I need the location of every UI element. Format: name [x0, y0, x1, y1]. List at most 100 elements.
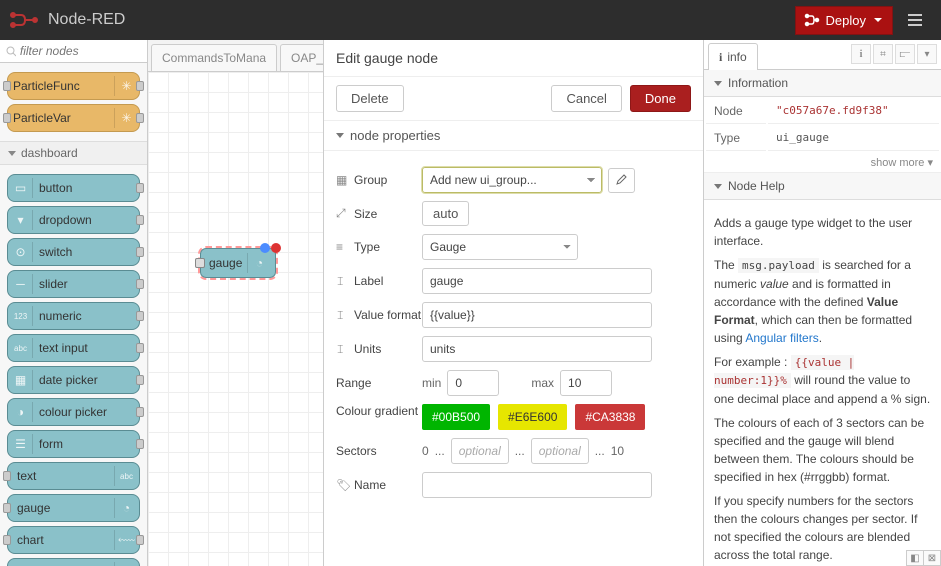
- dropdown-icon: ▾: [13, 210, 33, 230]
- edit-title: Edit gauge node: [324, 40, 703, 77]
- value-format-input[interactable]: [422, 302, 652, 328]
- tray-button-1[interactable]: ◧: [906, 550, 924, 566]
- sparkle-icon: ✳: [114, 108, 134, 128]
- units-input[interactable]: [422, 336, 652, 362]
- node-changed-badge: [260, 243, 270, 253]
- palette-node-form[interactable]: ☰form: [7, 430, 140, 458]
- sidebar-info-button[interactable]: i: [851, 44, 871, 64]
- workspace-tab-commands[interactable]: CommandsToMana: [151, 44, 277, 71]
- done-button[interactable]: Done: [630, 85, 691, 112]
- sector-end: 10: [611, 444, 624, 458]
- edit-panel: Edit gauge node Delete Cancel Done node …: [323, 40, 703, 566]
- palette-category-dashboard[interactable]: dashboard: [0, 141, 147, 165]
- name-input[interactable]: [422, 472, 652, 498]
- canvas-gauge-node[interactable]: gauge ◔: [200, 248, 276, 278]
- caret-down-icon: ▾: [924, 49, 929, 60]
- node-type: ui_gauge: [768, 126, 939, 151]
- edit-group-button[interactable]: [608, 168, 635, 193]
- palette-node-particle-var[interactable]: ParticleVar✳: [7, 104, 140, 132]
- palette-node-dropdown[interactable]: ▾dropdown: [7, 206, 140, 234]
- list-icon: ≡: [336, 240, 349, 254]
- tray-button-2[interactable]: ⊠: [923, 550, 941, 566]
- sparkle-icon: ✳: [114, 76, 134, 96]
- palette-node-particle-func[interactable]: ParticleFunc✳: [7, 72, 140, 100]
- cancel-button[interactable]: Cancel: [551, 85, 621, 112]
- tag-icon: 🏷: [336, 478, 349, 492]
- info-sidebar: iinfo i ⌗ ⫍ ▾ Information Node"c057a67e.…: [703, 40, 941, 566]
- sector-1-input[interactable]: [451, 438, 509, 464]
- node-input-port[interactable]: [195, 258, 205, 268]
- color-chip-2[interactable]: #E6E600: [498, 404, 567, 430]
- button-icon: ▭: [13, 178, 33, 198]
- hamburger-icon: [907, 13, 923, 27]
- info-tab[interactable]: iinfo: [708, 43, 758, 70]
- sidebar-dropdown-button[interactable]: ▾: [917, 44, 937, 64]
- size-button[interactable]: auto: [422, 201, 469, 226]
- palette-node-audio-out[interactable]: audio out≡: [7, 558, 140, 566]
- app-title: Node-RED: [48, 11, 125, 29]
- palette-node-numeric[interactable]: 123numeric: [7, 302, 140, 330]
- palette-filter-input[interactable]: [20, 44, 141, 58]
- caret-down-icon: [336, 133, 344, 138]
- workspace-tab-oap-hr[interactable]: OAP_HR: [280, 44, 323, 71]
- caret-down-icon: [714, 81, 722, 86]
- sector-start: 0: [422, 444, 429, 458]
- group-select[interactable]: Add new ui_group...: [422, 167, 602, 193]
- angular-filters-link[interactable]: Angular filters: [745, 331, 818, 345]
- palette-node-gauge[interactable]: gauge◔: [7, 494, 140, 522]
- palette-panel: ParticleFunc✳ ParticleVar✳ dashboard ▭bu…: [0, 40, 148, 566]
- palette-node-text-input[interactable]: abctext input: [7, 334, 140, 362]
- color-chip-3[interactable]: #CA3838: [575, 404, 645, 430]
- node-red-logo-icon: [10, 11, 38, 29]
- sidebar-debug-button[interactable]: ⌗: [873, 44, 893, 64]
- info-icon: i: [860, 49, 863, 60]
- chart-icon: ⬳: [114, 530, 134, 550]
- caret-down-icon: [874, 18, 882, 22]
- palette-node-switch[interactable]: ⊙switch: [7, 238, 140, 266]
- text-input-icon: abc: [13, 338, 33, 358]
- type-select[interactable]: Gauge: [422, 234, 578, 260]
- palette-node-colour-picker[interactable]: ◑colour picker: [7, 398, 140, 426]
- delete-button[interactable]: Delete: [336, 85, 404, 112]
- information-section[interactable]: Information: [704, 70, 941, 97]
- color-chip-1[interactable]: #00B500: [422, 404, 490, 430]
- sector-2-input[interactable]: [531, 438, 589, 464]
- i-cursor-icon: 𝙸: [336, 274, 349, 289]
- deploy-label: Deploy: [826, 13, 866, 28]
- palette-node-date-picker[interactable]: ▦date picker: [7, 366, 140, 394]
- gauge-icon: ◔: [247, 253, 267, 273]
- form-icon: ☰: [13, 434, 33, 454]
- sidebar-dashboard-button[interactable]: ⫍: [895, 44, 915, 64]
- node-help-section[interactable]: Node Help: [704, 173, 941, 200]
- numeric-icon: 123: [13, 306, 33, 326]
- node-properties-section[interactable]: node properties: [324, 121, 703, 151]
- node-id: "c057a67e.fd9f38": [768, 99, 939, 124]
- show-more-link[interactable]: show more ▾: [704, 153, 941, 173]
- deploy-button[interactable]: Deploy: [795, 6, 893, 35]
- node-help-content: Adds a gauge type widget to the user int…: [704, 200, 941, 566]
- size-icon: ⤢: [336, 206, 349, 221]
- palette-node-text[interactable]: textabc: [7, 462, 140, 490]
- search-icon: [6, 46, 16, 57]
- palette-node-button[interactable]: ▭button: [7, 174, 140, 202]
- app-header: Node-RED Deploy: [0, 0, 941, 40]
- i-cursor-icon: 𝙸: [336, 342, 349, 357]
- switch-icon: ⊙: [13, 242, 33, 262]
- caret-down-icon: [714, 184, 722, 189]
- bug-icon: ⌗: [880, 49, 886, 60]
- palette-node-chart[interactable]: chart⬳: [7, 526, 140, 554]
- label-input[interactable]: [422, 268, 652, 294]
- flow-canvas[interactable]: gauge ◔: [148, 72, 323, 566]
- calendar-icon: ▦: [13, 370, 33, 390]
- palette-search[interactable]: [0, 40, 147, 63]
- text-icon: abc: [114, 466, 134, 486]
- chart-icon: ⫍: [900, 49, 911, 60]
- range-min-input[interactable]: [447, 370, 499, 396]
- node-error-badge: [271, 243, 281, 253]
- deploy-icon: [804, 13, 820, 27]
- palette-node-slider[interactable]: ─slider: [7, 270, 140, 298]
- range-max-input[interactable]: [560, 370, 612, 396]
- hamburger-menu-button[interactable]: [899, 8, 931, 32]
- gauge-icon: ◔: [114, 498, 134, 518]
- i-cursor-icon: 𝙸: [336, 308, 349, 323]
